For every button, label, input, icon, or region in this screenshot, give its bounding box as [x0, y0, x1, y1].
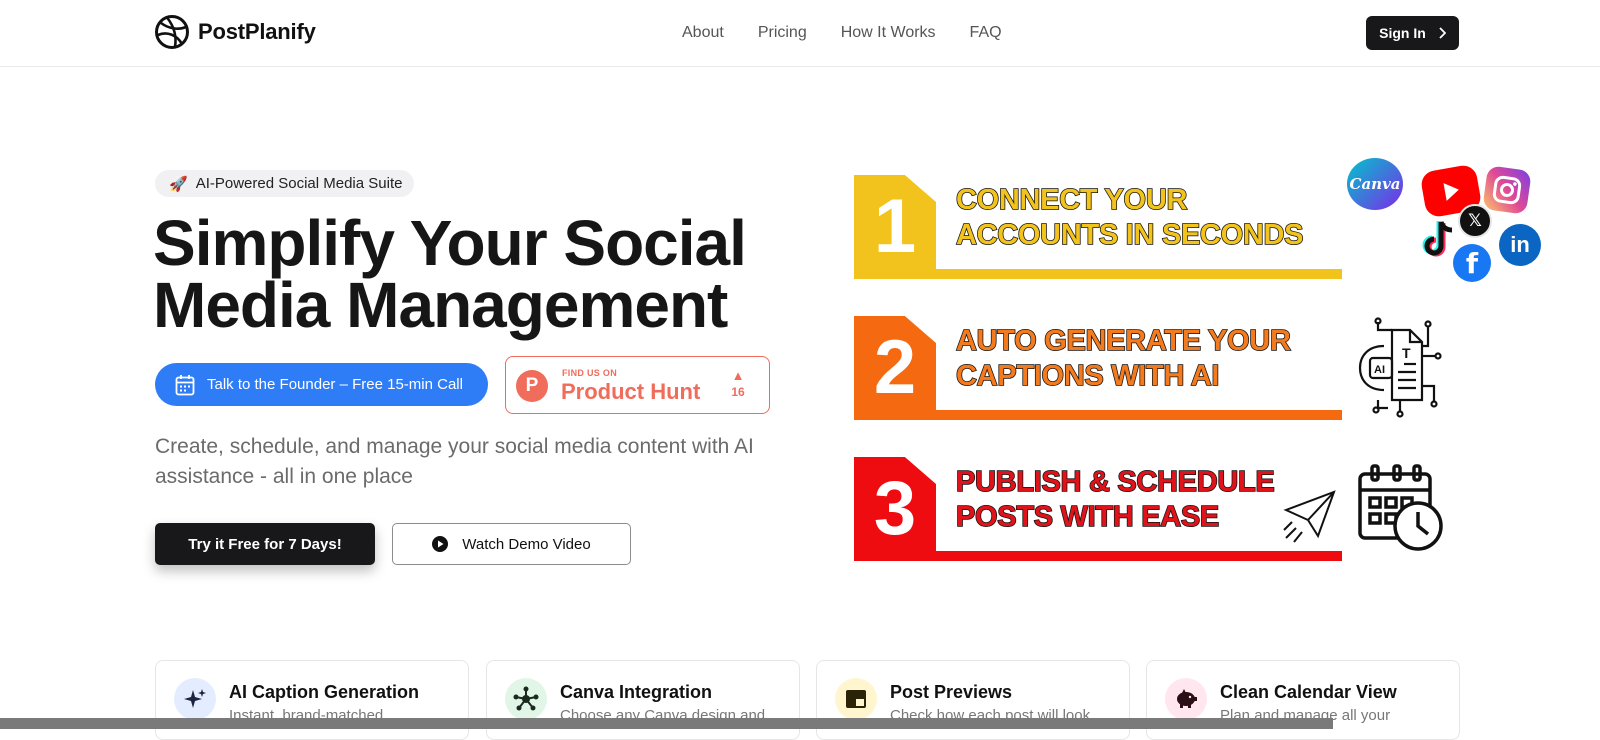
feature-title: Post Previews [890, 682, 1013, 702]
sign-in-label: Sign In [1379, 25, 1426, 41]
feature-title: AI Caption Generation [229, 682, 420, 702]
sign-in-button[interactable]: Sign In [1366, 16, 1459, 50]
try-free-button[interactable]: Try it Free for 7 Days! [155, 523, 375, 565]
nodes-icon [505, 678, 547, 720]
nav-link-how-it-works[interactable]: How It Works [841, 24, 936, 42]
step-2-text: AUTO GENERATE YOUR CAPTIONS WITH AI [955, 324, 1346, 394]
feature-title: Canva Integration [560, 682, 713, 702]
product-hunt-title: Product Hunt [561, 379, 701, 404]
horizontal-scrollbar[interactable] [0, 718, 1333, 729]
product-hunt-votes: ▲ 16 [728, 368, 748, 400]
ai-label: AI [1374, 364, 1385, 376]
brand-name: PostPlanify [198, 19, 316, 44]
basketball-logo-icon [155, 15, 189, 49]
text-t-label: T [1402, 345, 1411, 361]
brand-logo[interactable]: PostPlanify [155, 15, 316, 49]
step-3-line-2: POSTS WITH EASE [955, 500, 1220, 534]
play-circle-icon [432, 536, 449, 552]
step-1-line-2: ACCOUNTS IN SECONDS [955, 218, 1304, 252]
canva-icon: Canva [1347, 158, 1403, 210]
feature-title: Clean Calendar View [1220, 682, 1397, 702]
talk-to-founder-button[interactable]: Talk to the Founder – Free 15-min Call [155, 363, 488, 406]
step-1: 1 CONNECT YOUR ACCOUNTS IN SECONDS [854, 175, 1346, 279]
nav-link-faq[interactable]: FAQ [970, 24, 1002, 42]
preview-icon [835, 678, 877, 720]
step-2-line-2: CAPTIONS WITH AI [955, 359, 1220, 393]
watch-demo-button[interactable]: Watch Demo Video [392, 523, 631, 565]
step-3: 3 PUBLISH & SCHEDULE POSTS WITH EASE [854, 457, 1346, 561]
step-1-number: 1 [873, 184, 917, 269]
step-2-line-1: AUTO GENERATE YOUR [955, 324, 1291, 358]
facebook-icon: f [1453, 244, 1491, 282]
nav-links: About Pricing How It Works FAQ [682, 24, 1002, 42]
paper-plane-icon [1283, 490, 1336, 543]
rocket-icon: 🚀 [169, 175, 188, 193]
product-hunt-logo-icon: P [516, 370, 548, 402]
step-1-line-1: CONNECT YOUR [955, 183, 1188, 217]
piggy-bank-icon [1165, 678, 1207, 720]
chevron-right-icon [1439, 27, 1446, 39]
instagram-icon [1482, 165, 1532, 215]
linkedin-icon: in [1499, 224, 1541, 266]
nav-link-pricing[interactable]: Pricing [758, 24, 807, 42]
step-2: 2 AUTO GENERATE YOUR CAPTIONS WITH AI [854, 316, 1346, 420]
product-hunt-vote-count: 16 [731, 385, 745, 399]
ai-document-icon: AI T [1358, 317, 1442, 418]
hero-badge: 🚀 AI-Powered Social Media Suite [155, 170, 415, 197]
top-nav: PostPlanify About Pricing How It Works F… [0, 0, 1600, 67]
step-3-line-1: PUBLISH & SCHEDULE [955, 465, 1275, 499]
talk-to-founder-label: Talk to the Founder – Free 15-min Call [207, 376, 463, 393]
calendar-icon [175, 374, 195, 395]
hero-title-line-2: Media Management [153, 269, 728, 341]
product-hunt-small-text: FIND US ON [562, 368, 618, 378]
nav-link-about[interactable]: About [682, 24, 724, 42]
x-twitter-icon: 𝕏 [1458, 204, 1492, 238]
upvote-triangle-icon: ▲ [731, 368, 745, 383]
step-3-number: 3 [873, 466, 917, 551]
hero-subtitle: Create, schedule, and manage your social… [155, 435, 754, 488]
calendar-clock-icon [1358, 464, 1443, 551]
steps-graphic: 1 CONNECT YOUR ACCOUNTS IN SECONDS Canva… [854, 158, 1541, 568]
hero-title: Simplify Your Social Media Management [153, 211, 793, 337]
step-2-number: 2 [873, 325, 917, 410]
watch-demo-label: Watch Demo Video [462, 535, 591, 553]
social-icons-cluster: Canva 𝕏 f in [1347, 158, 1541, 284]
sparkles-icon [174, 678, 216, 720]
hero-badge-text: AI-Powered Social Media Suite [195, 175, 403, 192]
step-1-text: CONNECT YOUR ACCOUNTS IN SECONDS [955, 183, 1346, 253]
product-hunt-badge[interactable]: P FIND US ON Product Hunt ▲ 16 [505, 356, 770, 414]
